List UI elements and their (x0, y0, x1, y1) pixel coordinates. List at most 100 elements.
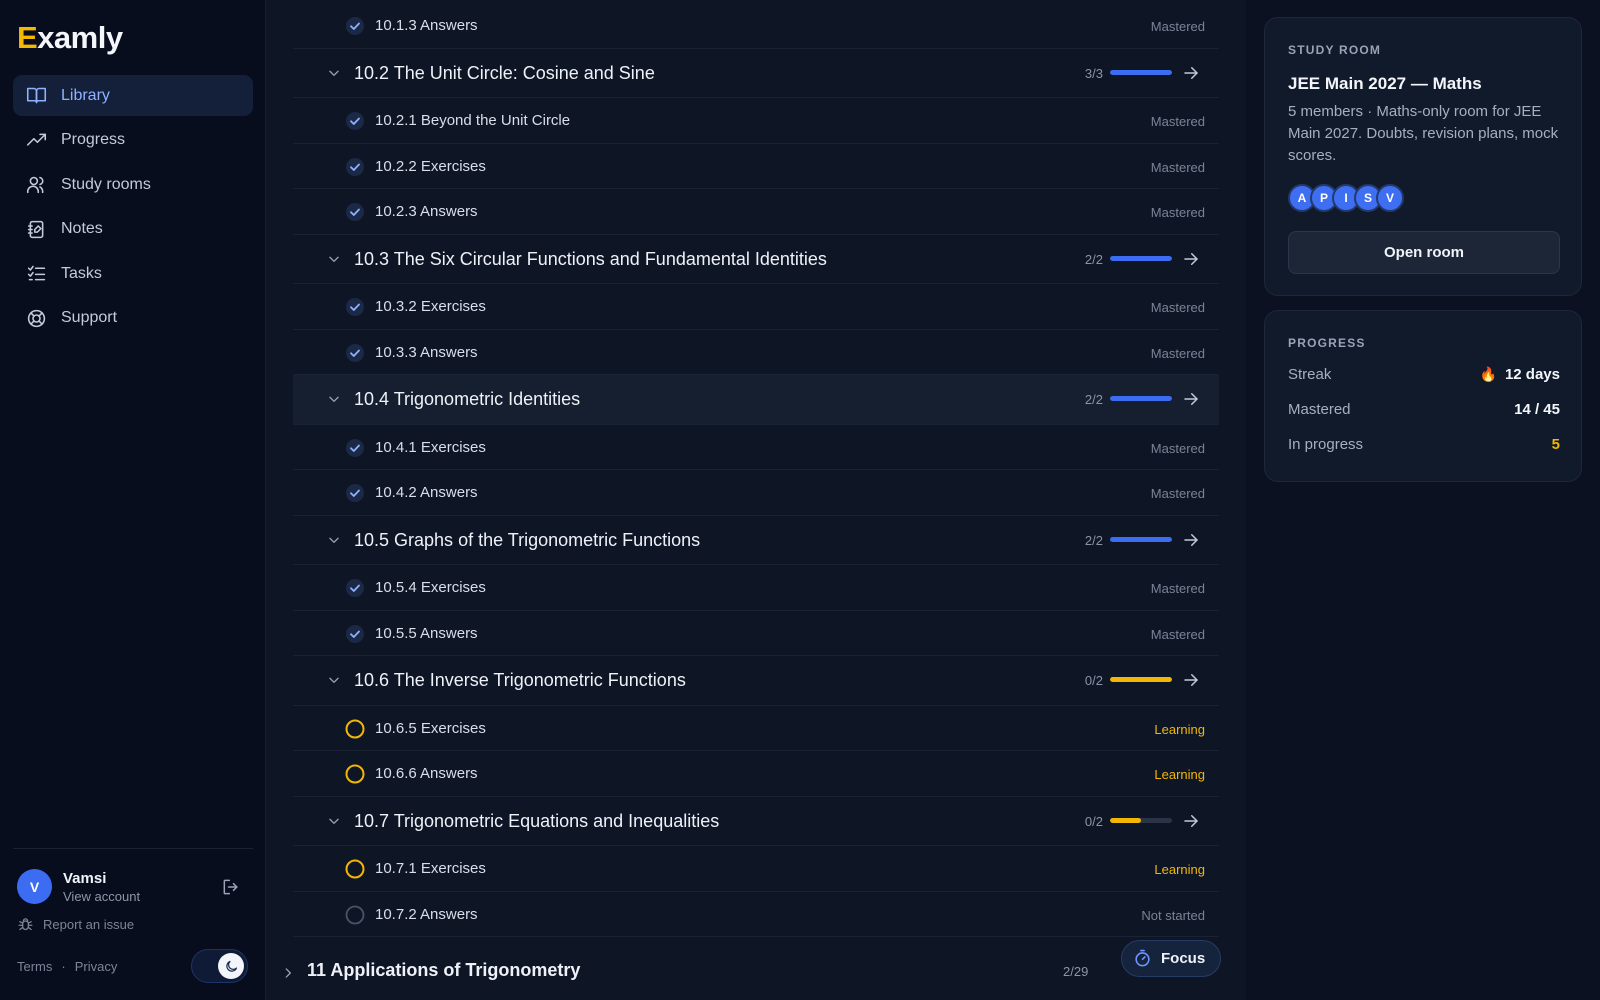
section-row[interactable]: 10.3 The Six Circular Functions and Fund… (293, 235, 1219, 284)
list-item[interactable]: 10.7.2 Answers Not started (293, 892, 1219, 937)
right-panel: STUDY ROOM JEE Main 2027 — Maths 5 membe… (1246, 0, 1600, 1000)
arrow-right-icon[interactable] (1182, 250, 1200, 268)
section-row[interactable]: 10.4 Trigonometric Identities 2/2 (293, 375, 1219, 425)
user-account[interactable]: V Vamsi View account (17, 869, 140, 904)
arrow-right-icon[interactable] (1182, 531, 1200, 549)
check-circle-icon (346, 484, 364, 502)
status-label: Learning (1154, 721, 1205, 737)
view-account-link[interactable]: View account (63, 889, 140, 904)
sidebar-item-label: Study rooms (61, 175, 151, 193)
list-item[interactable]: 10.7.1 Exercises Learning (293, 846, 1219, 892)
item-title[interactable]: 10.6.5 Exercises (375, 720, 486, 737)
section-row[interactable]: 10.6 The Inverse Trigonometric Functions… (293, 656, 1219, 706)
list-item[interactable]: 10.2.3 Answers Mastered (293, 189, 1219, 235)
progress-bar (1110, 536, 1172, 542)
item-title[interactable]: 10.2.2 Exercises (375, 158, 486, 175)
item-title[interactable]: 10.6.6 Answers (375, 765, 478, 782)
section-title: 10.4 Trigonometric Identities (354, 389, 581, 409)
arrow-right-icon[interactable] (1182, 671, 1200, 689)
list-item[interactable]: 10.2.2 Exercises Mastered (293, 144, 1219, 189)
section-count: 2/2 (1084, 392, 1103, 407)
item-title[interactable]: 10.7.2 Answers (375, 906, 478, 923)
sidebar-item-tasks[interactable]: Tasks (13, 253, 253, 294)
examly-logo[interactable]: Examly (17, 20, 123, 56)
status-label: Mastered (1150, 345, 1205, 361)
sidebar-item-label: Support (61, 309, 118, 326)
progress-bar-fill (1110, 536, 1172, 542)
list-item[interactable]: 10.3.3 Answers Mastered (293, 330, 1219, 375)
bug-icon (18, 918, 33, 931)
chevron-right-icon[interactable] (281, 966, 295, 980)
sidebar-item-progress[interactable]: Progress (13, 120, 253, 161)
list-item[interactable]: 10.6.5 Exercises Learning (293, 706, 1219, 751)
chevron-down-icon[interactable] (327, 252, 341, 266)
status-label: Mastered (1150, 114, 1205, 129)
sidebar-item-label: Library (61, 86, 110, 104)
item-title[interactable]: 10.5.5 Answers (375, 625, 478, 642)
sidebar-item-notes[interactable]: Notes (13, 209, 253, 250)
sidebar-item-label: Progress (61, 131, 126, 148)
list-item[interactable]: 10.4.1 Exercises Mastered (293, 425, 1219, 470)
status-label: Learning (1154, 862, 1205, 877)
trending-up-icon (26, 133, 47, 146)
topic-list: 10.1.3 Answers Mastered 10.2 The Unit Circ… (293, 3, 1219, 937)
list-item[interactable]: 10.4.2 Answers Mastered (293, 470, 1219, 516)
item-title[interactable]: 10.2.1 Beyond the Unit Circle (375, 112, 570, 129)
theme-toggle[interactable] (191, 949, 248, 983)
in-progress-value: 5 (1551, 436, 1560, 453)
section-count: 0/2 (1084, 813, 1103, 829)
chevron-down-icon[interactable] (327, 814, 341, 828)
list-item[interactable]: 10.5.5 Answers Mastered (293, 611, 1219, 656)
check-circle-icon (346, 624, 364, 643)
status-label: Mastered (1150, 581, 1205, 596)
logout-icon[interactable] (221, 877, 241, 897)
chevron-down-icon[interactable] (327, 392, 341, 406)
sidebar-item-study-rooms[interactable]: Study rooms (13, 164, 253, 205)
privacy-link[interactable]: Privacy (75, 959, 118, 974)
section-count: 2/2 (1084, 532, 1103, 548)
item-title[interactable]: 10.3.2 Exercises (375, 298, 486, 315)
list-item[interactable]: 10.5.4 Exercises Mastered (293, 565, 1219, 611)
check-circle-icon (346, 579, 364, 597)
chevron-down-icon[interactable] (327, 673, 341, 687)
status-label: Learning (1154, 767, 1205, 782)
arrow-right-icon[interactable] (1182, 64, 1200, 82)
sidebar-item-label: Tasks (61, 264, 102, 282)
item-title[interactable]: 10.1.3 Answers (375, 17, 478, 34)
progress-bar-fill (1110, 677, 1172, 682)
item-title[interactable]: 10.7.1 Exercises (375, 860, 486, 877)
list-item[interactable]: 10.3.2 Exercises Mastered (293, 284, 1219, 330)
theme-knob (218, 953, 244, 979)
section-row[interactable]: 10.5 Graphs of the Trigonometric Functio… (293, 516, 1219, 565)
item-title[interactable]: 10.3.3 Answers (375, 344, 478, 361)
terms-link[interactable]: Terms (17, 959, 52, 974)
user-name: Vamsi (63, 869, 107, 887)
library-content: 10.1.3 Answers Mastered 10.2 The Unit Circ… (266, 0, 1246, 1000)
item-title[interactable]: 10.4.2 Answers (375, 484, 478, 501)
moon-icon (225, 960, 237, 972)
list-item[interactable]: 10.1.3 Answers Mastered (293, 3, 1219, 49)
sidebar-item-support[interactable]: Support (13, 298, 253, 339)
item-title[interactable]: 10.2.3 Answers (375, 203, 478, 220)
list-item[interactable]: 10.6.6 Answers Learning (293, 751, 1219, 797)
member-avatars: A P I S V (1288, 184, 1404, 212)
chevron-down-icon[interactable] (327, 533, 341, 547)
list-item[interactable]: 10.2.1 Beyond the Unit Circle Mastered (293, 98, 1219, 144)
chevron-down-icon[interactable] (327, 66, 341, 80)
chapter-row[interactable]: 11 Applications of Trigonometry 2/29 (266, 946, 1192, 996)
focus-button[interactable]: Focus (1121, 940, 1221, 977)
report-issue-link[interactable]: Report an issue (17, 916, 134, 933)
check-circle-icon (346, 203, 364, 221)
arrow-right-icon[interactable] (1182, 812, 1200, 830)
arrow-right-icon[interactable] (1182, 390, 1200, 408)
open-room-button[interactable]: Open room (1288, 231, 1560, 274)
book-icon (26, 87, 47, 104)
sidebar-item-library[interactable]: Library (13, 75, 253, 116)
flame-icon: 🔥 (1479, 366, 1497, 382)
section-row[interactable]: 10.2 The Unit Circle: Cosine and Sine 3/3 (293, 49, 1219, 98)
item-title[interactable]: 10.4.1 Exercises (375, 439, 486, 456)
item-title[interactable]: 10.5.4 Exercises (375, 579, 486, 596)
study-room-card: STUDY ROOM JEE Main 2027 — Maths 5 membe… (1264, 17, 1582, 296)
progress-card: PROGRESS Streak 🔥 12 days Mastered 14 / 4… (1264, 310, 1582, 482)
section-row[interactable]: 10.7 Trigonometric Equations and Inequal… (293, 797, 1219, 846)
